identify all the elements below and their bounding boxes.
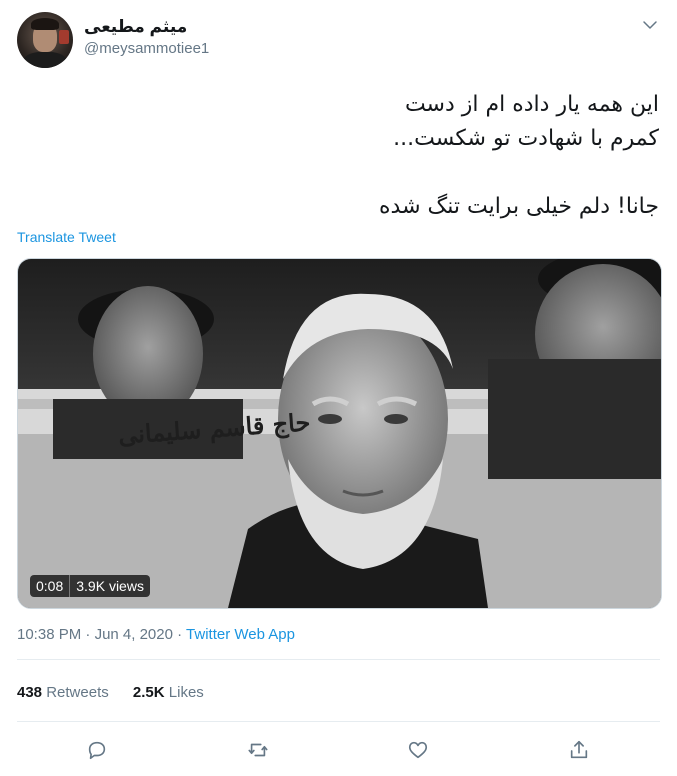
video-view-count: 3.9K views xyxy=(76,578,144,594)
author-handle[interactable]: @meysammotiee1 xyxy=(84,40,209,57)
video-badges: 0:08 3.9K views xyxy=(30,575,150,597)
translate-tweet-link[interactable]: Translate Tweet xyxy=(17,229,116,245)
divider-bottom xyxy=(17,721,660,722)
tweet-actions xyxy=(0,735,677,765)
chevron-down-icon[interactable] xyxy=(641,16,659,34)
video-thumbnail xyxy=(18,259,661,608)
tweet-source-link[interactable]: Twitter Web App xyxy=(186,626,295,643)
heart-icon[interactable] xyxy=(403,735,433,765)
tweet-meta: 10:38 PM · Jun 4, 2020 · Twitter Web App xyxy=(17,626,295,643)
tweet-text: این همه یار داده ام از دست کمرم با شهادت… xyxy=(19,88,659,224)
tweet: میثم مطیعی @meysammotiee1 این همه یار دا… xyxy=(0,0,677,776)
retweets-label: Retweets xyxy=(46,684,109,701)
retweets-stat[interactable]: 438 Retweets xyxy=(17,684,109,701)
tweet-text-gap xyxy=(19,156,659,190)
likes-stat[interactable]: 2.5K Likes xyxy=(133,684,204,701)
tweet-text-line-2: کمرم با شهادت تو شکست... xyxy=(393,126,659,151)
tweet-date[interactable]: Jun 4, 2020 xyxy=(95,626,173,643)
tweet-stats: 438 Retweets 2.5K Likes xyxy=(17,684,224,701)
reply-icon[interactable] xyxy=(82,735,112,765)
avatar-hair xyxy=(31,18,59,30)
avatar[interactable] xyxy=(17,12,73,68)
avatar-shoulders xyxy=(23,52,67,68)
likes-count: 2.5K xyxy=(132,684,165,701)
share-icon[interactable] xyxy=(564,735,594,765)
author-display-name[interactable]: میثم مطیعی xyxy=(84,17,187,37)
retweets-count: 438 xyxy=(17,684,43,701)
likes-label: Likes xyxy=(168,684,204,701)
video-duration: 0:08 xyxy=(30,575,71,597)
meta-separator-2: · xyxy=(177,626,183,643)
tweet-text-line-3: جانا! دلم خیلی برایت تنگ شده xyxy=(379,194,659,219)
video-player[interactable]: حاج قاسم سلیمانی 0:08 3.9K views xyxy=(17,258,662,609)
tweet-time[interactable]: 10:38 PM xyxy=(17,626,81,643)
divider-top xyxy=(17,659,660,660)
meta-separator: · xyxy=(85,626,91,643)
retweet-icon[interactable] xyxy=(243,735,273,765)
avatar-background-detail xyxy=(59,30,69,44)
tweet-text-line-1: این همه یار داده ام از دست xyxy=(404,92,659,117)
